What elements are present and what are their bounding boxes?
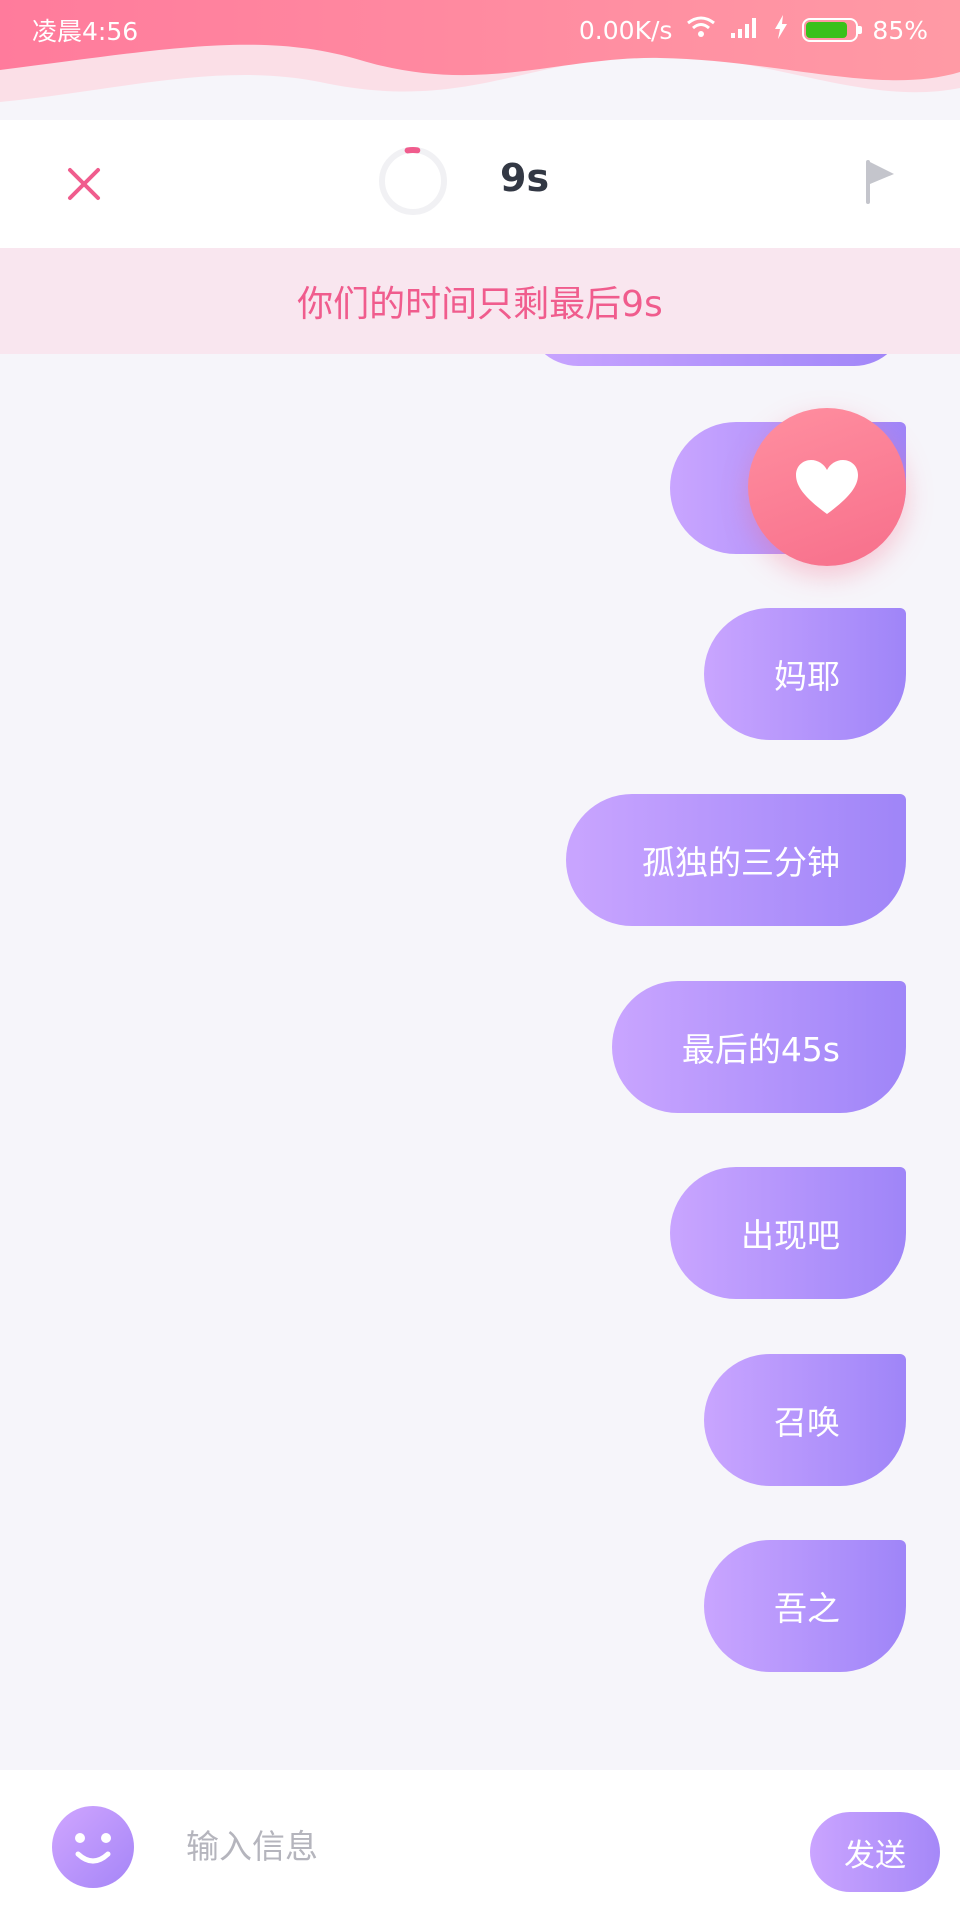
countdown-text: 9s	[500, 156, 550, 200]
message-bubble[interactable]: 出现吧	[670, 1167, 906, 1299]
message-text: 妈耶	[774, 657, 840, 696]
report-button[interactable]	[860, 158, 900, 206]
send-button[interactable]: 发送	[810, 1812, 940, 1892]
network-speed: 0.00K/s	[578, 15, 673, 45]
status-bar-background: 凌晨4:56 0.00K/s 85%	[0, 0, 960, 120]
message-bubble[interactable]: 最后的45s	[612, 981, 906, 1113]
message-input[interactable]	[186, 1810, 786, 1882]
countdown-ring-icon	[379, 147, 447, 215]
message-input-bar: 发送	[0, 1770, 960, 1920]
message-bubble[interactable]: 召唤	[704, 1354, 906, 1486]
message-bubble[interactable]: 吾之	[704, 1540, 906, 1672]
close-icon	[68, 168, 100, 200]
status-bar: 凌晨4:56 0.00K/s 85%	[0, 0, 960, 60]
wifi-icon	[686, 15, 716, 45]
message-bubble[interactable]: 妈耶	[704, 608, 906, 740]
emoji-icon	[75, 1833, 111, 1864]
flag-icon	[866, 160, 894, 204]
status-right: 0.00K/s 85%	[579, 15, 928, 45]
chat-header: 9s	[0, 120, 960, 248]
emoji-button[interactable]	[52, 1806, 134, 1888]
chat-screen: 凌晨4:56 0.00K/s 85% 9s 你们的时间只剩最后9s 妈耶 孤独的…	[0, 0, 960, 1920]
signal-icon	[730, 15, 760, 45]
message-text: 出现吧	[741, 1216, 840, 1255]
time-remaining-notice: 你们的时间只剩最后9s	[0, 248, 960, 354]
message-bubble-partial	[526, 354, 906, 366]
battery-percent: 85%	[872, 15, 928, 45]
heart-icon	[796, 460, 858, 514]
message-text: 最后的45s	[681, 1030, 840, 1069]
battery-icon	[802, 18, 863, 42]
message-bubble[interactable]: 孤独的三分钟	[566, 794, 906, 926]
battery-fill	[806, 22, 848, 38]
message-list: 天 妈耶 孤独的三分钟 最后的45s 出现吧 召唤 吾之	[0, 354, 960, 1770]
close-button[interactable]	[60, 160, 108, 208]
charging-icon	[774, 15, 788, 45]
status-time: 凌晨4:56	[32, 17, 139, 46]
message-text: 孤独的三分钟	[642, 843, 840, 882]
like-button[interactable]	[748, 408, 906, 566]
message-text: 吾之	[774, 1589, 840, 1628]
message-text: 召唤	[774, 1403, 840, 1442]
